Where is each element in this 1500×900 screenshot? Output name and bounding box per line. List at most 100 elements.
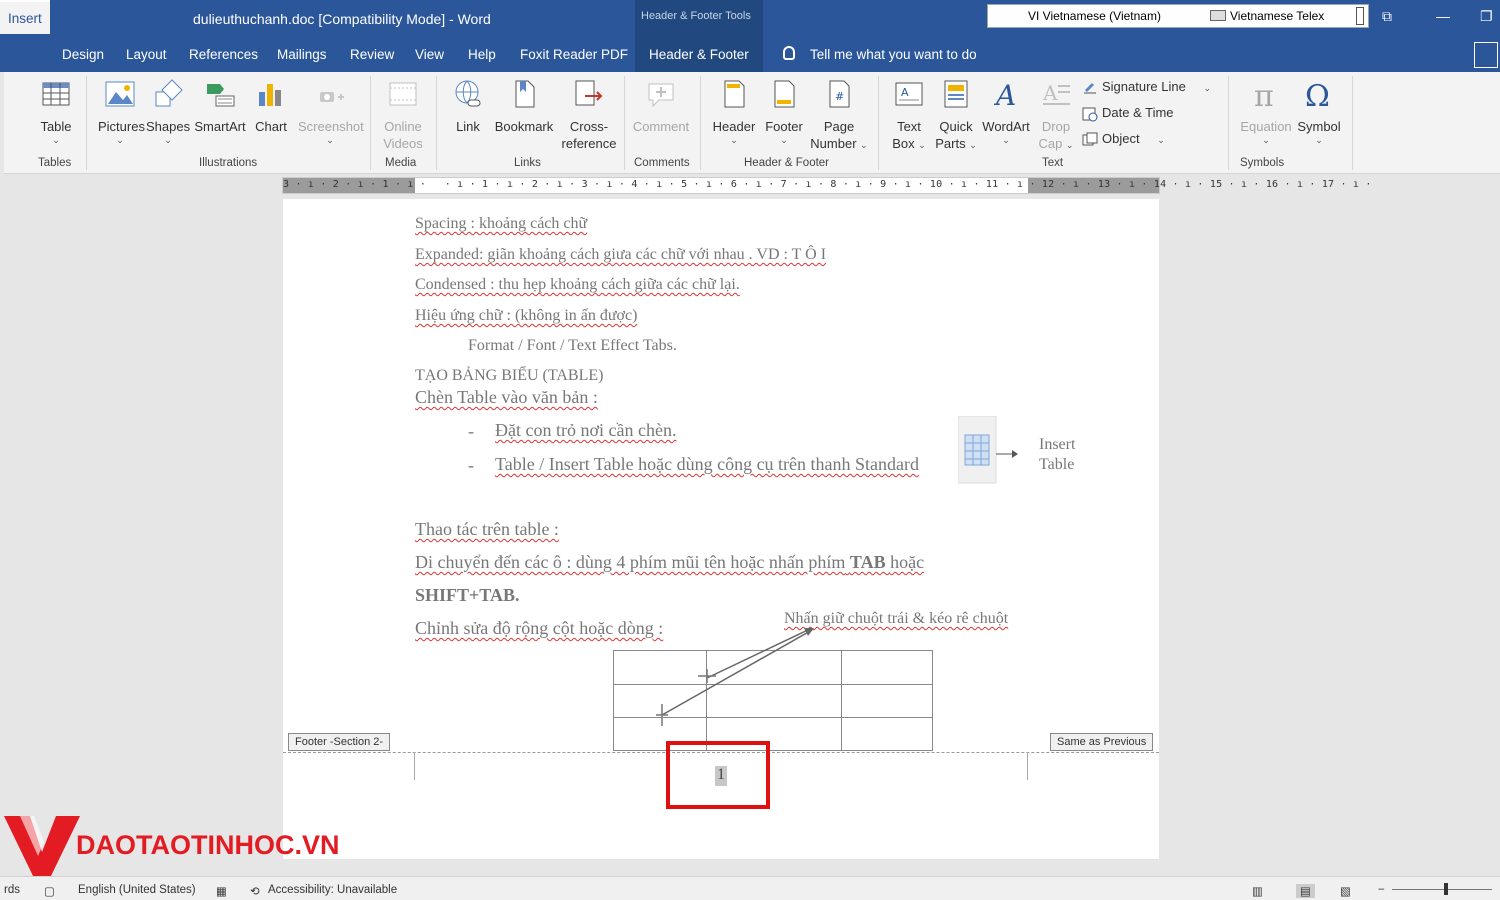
contextual-tools-label: Header & Footer Tools (641, 10, 751, 22)
group-label-comments: Comments (634, 157, 690, 169)
link-button[interactable]: Link (448, 78, 488, 135)
drop-cap-icon: A (1042, 81, 1070, 105)
chevron-down-icon: ⌄ (116, 135, 124, 145)
language-bar[interactable]: VI Vietnamese (Vietnam) Vietnamese Telex (987, 4, 1369, 28)
page-number-label-2: Number (810, 136, 857, 151)
group-divider (878, 76, 879, 170)
zoom-out-icon[interactable]: − (1378, 884, 1385, 896)
comment-button[interactable]: Comment (630, 78, 692, 135)
text-box-label-2: Box (892, 136, 915, 151)
page-number-button[interactable]: # Page Number ⌄ (810, 78, 868, 154)
group-label-links: Links (514, 157, 541, 169)
accessibility-status[interactable]: Accessibility: Unavailable (268, 884, 397, 896)
web-layout-icon[interactable]: ▧ (1340, 884, 1351, 898)
group-divider (436, 76, 437, 170)
quick-parts-button[interactable]: Quick Parts ⌄ (934, 78, 978, 154)
macro-icon[interactable]: ▦ (216, 884, 227, 898)
bookmark-button[interactable]: Bookmark (492, 78, 556, 135)
drop-cap-label-2: Cap (1038, 136, 1063, 151)
tab-insert[interactable]: Insert (0, 0, 50, 34)
tab-layout[interactable]: Layout (126, 47, 167, 62)
signature-line-button[interactable]: Signature Line ⌄ (1082, 79, 1211, 96)
footer-icon (774, 80, 795, 108)
object-button[interactable]: Object ⌄ (1082, 131, 1165, 148)
zoom-slider-thumb[interactable] (1444, 883, 1448, 895)
text-box-button[interactable]: A Text Box ⌄ (888, 78, 930, 154)
svg-text:π: π (1254, 79, 1274, 110)
print-layout-icon[interactable]: ▤ (1296, 884, 1315, 898)
pictures-button[interactable]: Pictures ⌄ (98, 78, 145, 146)
svg-text:A: A (993, 79, 1016, 110)
group-label-header-footer: Header & Footer (744, 157, 830, 169)
svg-text:#: # (835, 90, 844, 103)
insert-table-callout-1: Insert (1039, 436, 1076, 453)
restore-icon[interactable]: ❐ (1480, 8, 1493, 25)
online-videos-button[interactable]: Online Videos (378, 78, 428, 152)
shapes-button[interactable]: Shapes ⌄ (146, 78, 190, 146)
input-language[interactable]: VI Vietnamese (Vietnam) (1028, 9, 1161, 23)
move-text-1: Di chuyển đến các ô : dùng 4 phím mũi tê… (415, 552, 846, 572)
chevron-down-icon: ⌄ (164, 135, 172, 145)
accessibility-icon[interactable]: ⟲ (250, 884, 260, 898)
same-as-previous-tag: Same as Previous (1050, 733, 1154, 751)
wordart-button[interactable]: A WordArt ⌄ (980, 78, 1032, 146)
comment-icon (648, 83, 674, 108)
text-box-icon: A (895, 82, 923, 106)
signature-line-icon (1084, 82, 1096, 94)
read-mode-icon[interactable]: ▥ (1252, 884, 1263, 898)
minimize-icon[interactable]: — (1436, 8, 1450, 24)
share-icon[interactable] (1474, 42, 1498, 68)
quick-parts-icon (944, 80, 968, 108)
footer-page-number[interactable]: 1 (715, 766, 727, 786)
doc-line-effect: Hiệu ứng chữ : (không in ấn được) (415, 307, 638, 324)
drop-cap-button[interactable]: A Drop Cap ⌄ (1036, 78, 1076, 154)
equation-label: Equation (1240, 119, 1292, 134)
tab-view[interactable]: View (415, 47, 444, 62)
table-button[interactable]: Table ⌄ (36, 78, 76, 146)
footer-label: Footer (765, 119, 803, 134)
status-bar: rds ▢ English (United States) ▦ ⟲ Access… (0, 876, 1500, 900)
shapes-label: Shapes (146, 119, 191, 134)
language-bar-options-icon[interactable] (1356, 7, 1364, 25)
footer-margin-mark (414, 752, 415, 780)
date-time-button[interactable]: Date & Time (1082, 105, 1174, 122)
daotaotinhoc-logo: DAOTAOTINHOC.VN (4, 816, 340, 878)
horizontal-ruler[interactable]: 3 · ı · 2 · ı · 1 · ı · · ı · 1 · ı · 2 … (282, 177, 1371, 194)
group-divider (1352, 76, 1353, 170)
tab-help[interactable]: Help (468, 47, 496, 62)
doc-line-insert-table: Chèn Table vào văn bản : (415, 387, 598, 407)
proofing-icon[interactable]: ▢ (44, 884, 55, 898)
tell-me-search[interactable]: Tell me what you want to do (810, 47, 977, 62)
smartart-label: SmartArt (194, 119, 246, 134)
tab-header-footer[interactable]: Header & Footer (649, 47, 749, 62)
tab-design[interactable]: Design (62, 47, 104, 62)
logo-text: DAOTAOTINHOC.VN (76, 830, 340, 860)
chart-button[interactable]: Chart (252, 78, 290, 135)
smartart-icon (207, 84, 235, 107)
equation-button[interactable]: π Equation ⌄ (1238, 78, 1294, 146)
table-label: Table (40, 119, 72, 134)
tab-review[interactable]: Review (350, 47, 394, 62)
tab-references[interactable]: References (189, 47, 258, 62)
doc-line-expanded: Expanded: giãn khoảng cách giưa các chữ … (415, 246, 827, 263)
chevron-down-icon: ⌄ (1002, 135, 1010, 145)
language-status[interactable]: English (United States) (78, 884, 196, 896)
symbol-button[interactable]: Ω Symbol ⌄ (1294, 78, 1344, 146)
svg-text:A: A (901, 86, 909, 99)
ruler-ticks: 3 · ı · 2 · ı · 1 · ı · · ı · 1 · ı · 2 … (283, 179, 1372, 190)
header-button[interactable]: Header ⌄ (710, 78, 758, 146)
keyboard-layout[interactable]: Vietnamese Telex (1230, 9, 1324, 23)
word-count[interactable]: rds (4, 884, 20, 896)
tab-mailings[interactable]: Mailings (277, 47, 327, 62)
ribbon-display-options-icon[interactable]: ⧉ (1382, 8, 1392, 25)
doc-line-condensed: Condensed : thu hẹp khoảng cách giữa các… (415, 276, 740, 293)
zoom-slider[interactable] (1392, 889, 1492, 890)
group-label-symbols: Symbols (1240, 157, 1285, 169)
screenshot-button[interactable]: Screenshot ⌄ (298, 78, 364, 146)
group-divider (370, 76, 371, 170)
footer-button[interactable]: Footer ⌄ (760, 78, 808, 146)
tab-foxit[interactable]: Foxit Reader PDF (520, 47, 628, 62)
smartart-button[interactable]: SmartArt (194, 78, 246, 135)
wordart-label: WordArt (982, 119, 1030, 134)
cross-reference-button[interactable]: Cross-reference (560, 78, 618, 152)
